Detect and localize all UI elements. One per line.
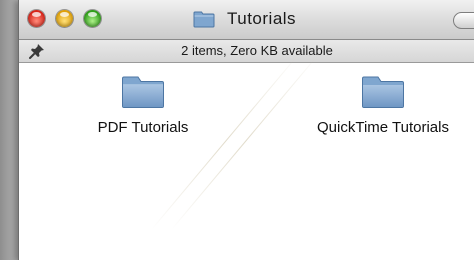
folder-icon[interactable]: [361, 75, 405, 109]
minimize-button[interactable]: [56, 10, 73, 27]
zoom-button[interactable]: [84, 10, 101, 27]
window-title: Tutorials: [227, 9, 297, 28]
folder-item-label[interactable]: QuickTime Tutorials: [317, 119, 449, 136]
folder-icon: [193, 11, 215, 28]
status-text: 2 items, Zero KB available: [181, 43, 333, 58]
toolbar-toggle-button[interactable]: [453, 12, 474, 29]
folder-item-pdf-tutorials[interactable]: PDF Tutorials: [43, 75, 243, 136]
window-title-group: Tutorials: [193, 8, 296, 30]
folder-icon[interactable]: [121, 75, 165, 109]
folder-content: PDF Tutorials QuickTime Tutorials: [19, 53, 474, 260]
status-bar: 2 items, Zero KB available: [19, 40, 474, 63]
close-button[interactable]: [28, 10, 45, 27]
folder-item-label[interactable]: PDF Tutorials: [98, 119, 189, 136]
title-bar[interactable]: Tutorials: [19, 0, 474, 40]
finder-window: Tutorials 2 items, Zero KB available PDF…: [18, 0, 474, 260]
folder-item-quicktime-tutorials[interactable]: QuickTime Tutorials: [283, 75, 474, 136]
